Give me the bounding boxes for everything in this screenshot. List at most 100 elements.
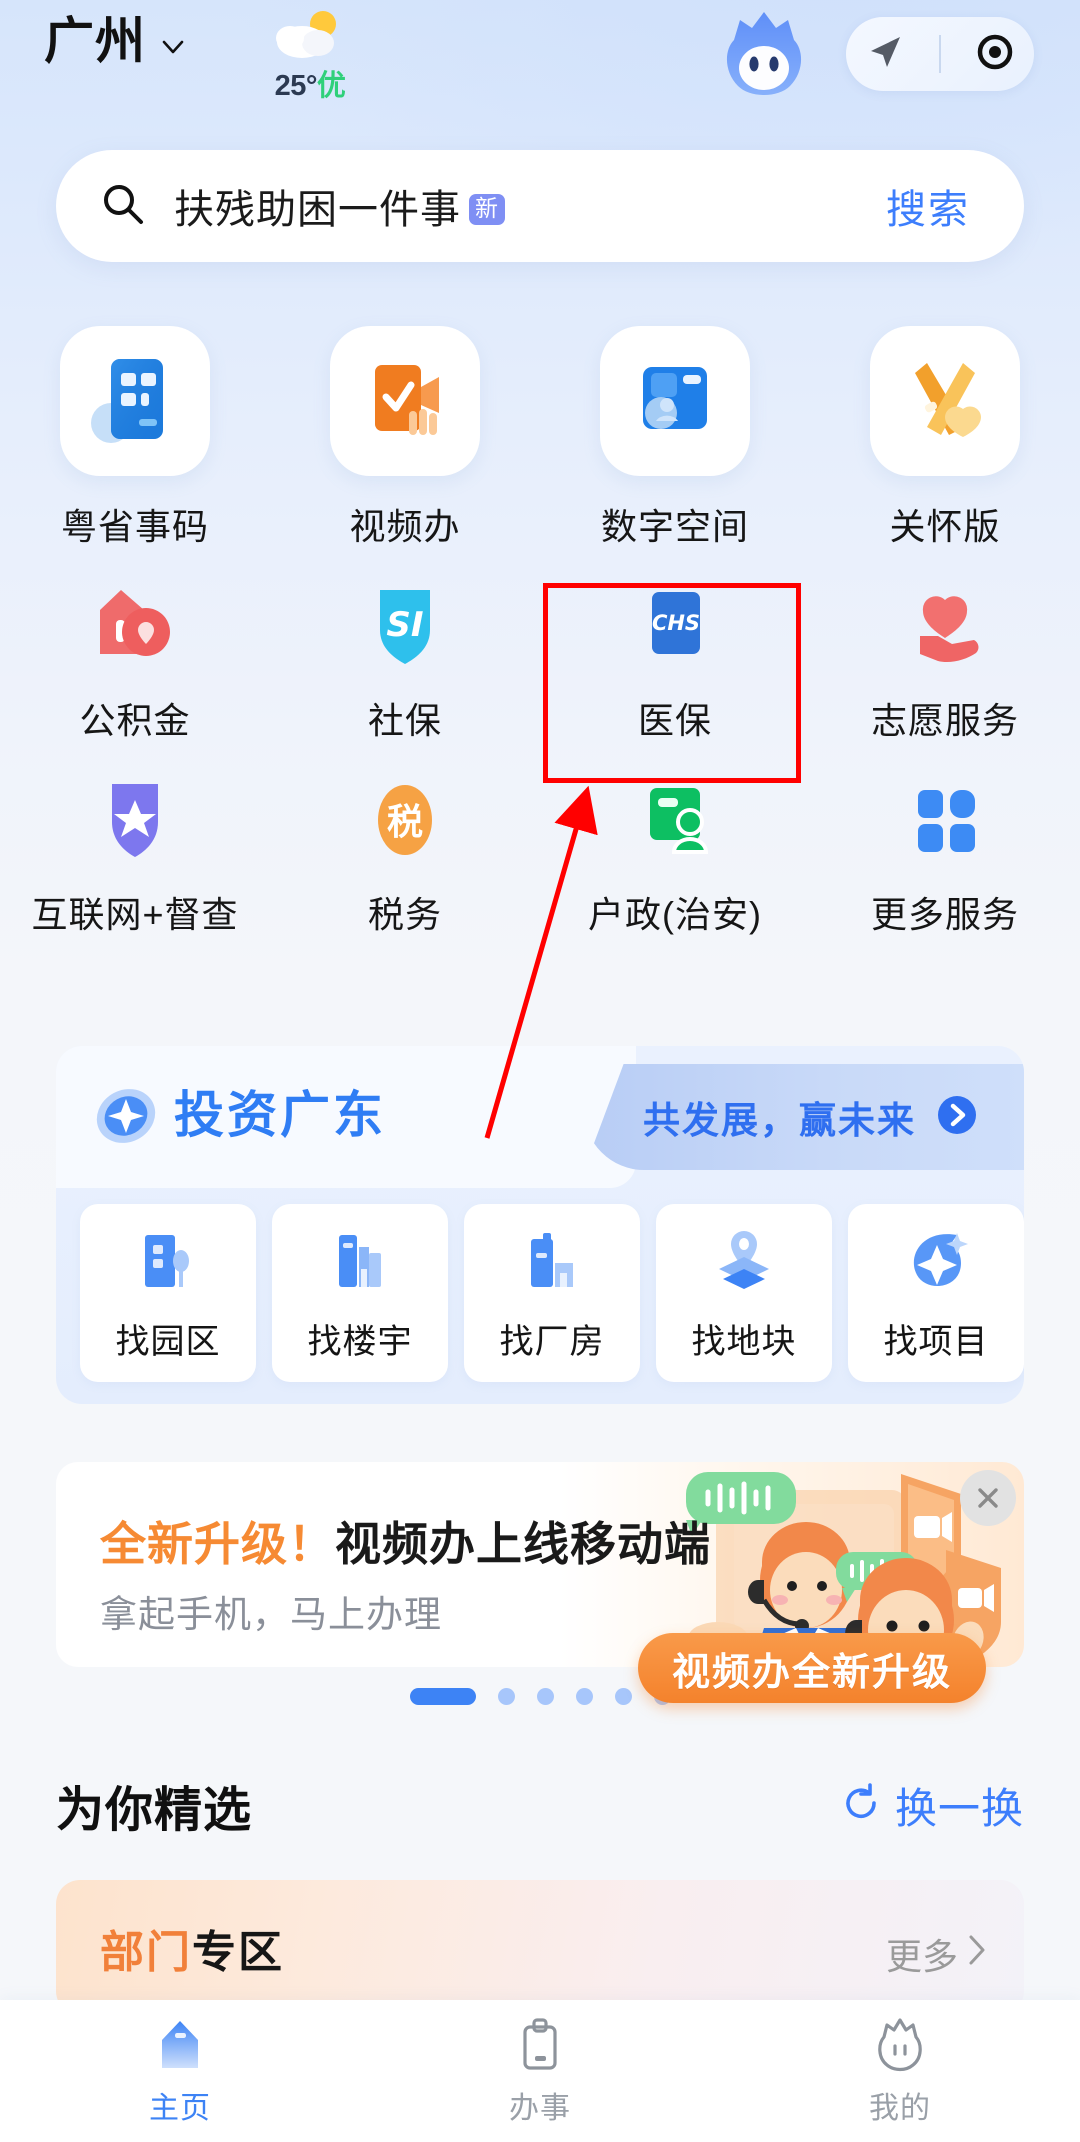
- svg-text:CHS: CHS: [652, 611, 700, 635]
- chevron-down-icon: [160, 34, 186, 60]
- department-zone-card[interactable]: 部门专区 更多: [56, 1880, 1024, 2015]
- heart-hand-icon: [890, 570, 1000, 680]
- banner-badge: 视频办全新升级: [637, 1633, 986, 1703]
- tax-badge-icon: 税: [350, 764, 460, 874]
- star-shield-icon: [80, 764, 190, 874]
- project-star-icon: [899, 1223, 973, 1302]
- invest-item-land[interactable]: 找地块: [656, 1204, 832, 1382]
- invest-item-label: 找厂房: [499, 1323, 605, 1361]
- service-item-zhiyuanfuwu[interactable]: 志愿服务: [810, 570, 1080, 744]
- tab-services[interactable]: 办事: [360, 2000, 720, 2127]
- digital-folder-icon: [600, 326, 750, 476]
- search-new-tag: 新: [469, 193, 505, 225]
- service-item-label: 互联网+督查: [31, 894, 239, 935]
- service-item-shipinban[interactable]: 视频办: [270, 326, 540, 550]
- department-title-black: 专区: [192, 1928, 284, 1977]
- divider: [938, 35, 941, 73]
- department-zone-title: 部门专区: [100, 1916, 284, 1980]
- weather-widget[interactable]: 25°优: [255, 8, 365, 104]
- invest-slogan-tab[interactable]: 共发展，赢未来: [584, 1064, 1024, 1170]
- department-title-orange: 部门: [100, 1928, 192, 1977]
- refresh-icon: [839, 1781, 883, 1830]
- scan-target-icon[interactable]: [972, 29, 1018, 80]
- invest-item-list: 找园区 找楼宇 找厂房 找地块 找项目: [80, 1204, 1024, 1382]
- care-ribbon-icon: [870, 326, 1020, 476]
- service-item-shuiwu[interactable]: 税 税务: [270, 764, 540, 938]
- service-item-shuzikongjian[interactable]: 数字空间: [540, 326, 810, 550]
- invest-card-title: 投资广东: [174, 1086, 386, 1144]
- banner-subtitle: 拿起手机，马上办理: [100, 1594, 442, 1635]
- invest-card-header: 共发展，赢未来 投资广东: [56, 1046, 1024, 1188]
- invest-item-label: 找地块: [691, 1323, 797, 1361]
- mascot-avatar-icon[interactable]: [712, 6, 816, 110]
- invest-item-label: 找园区: [115, 1323, 221, 1361]
- invest-item-building[interactable]: 找楼宇: [272, 1204, 448, 1382]
- promo-banner[interactable]: 全新升级！视频办上线移动端 拿起手机，马上办理 视频办全新升级: [56, 1462, 1024, 1703]
- sun-behind-cloud-icon: [255, 8, 365, 60]
- invest-item-label: 找项目: [883, 1323, 989, 1361]
- service-item-huzheng[interactable]: 户政(治安): [540, 764, 810, 938]
- status-header: 广州 25°优: [0, 0, 1080, 110]
- invest-item-project[interactable]: 找项目: [848, 1204, 1024, 1382]
- service-item-yibao[interactable]: CHS 医保: [540, 570, 810, 744]
- service-item-label: 视频办: [349, 506, 461, 547]
- chevron-right-circle-icon[interactable]: [934, 1092, 980, 1143]
- land-pin-icon: [707, 1223, 781, 1302]
- refresh-button[interactable]: 换一换: [839, 1775, 1024, 1836]
- carousel-dot-3[interactable]: [536, 1688, 554, 1705]
- house-fund-icon: [80, 570, 190, 680]
- svg-text:SI: SI: [386, 605, 423, 645]
- service-item-guanhuaiban[interactable]: 关怀版: [810, 326, 1080, 550]
- service-item-label: 数字空间: [600, 506, 749, 547]
- service-item-yueshengshima[interactable]: 粤省事码: [0, 326, 270, 550]
- page-title: 为你精选: [56, 1784, 253, 1837]
- service-grid-row-1: 粤省事码 视频办 数字空间 关怀版: [0, 326, 1080, 550]
- carousel-dot-1[interactable]: [409, 1688, 476, 1705]
- carousel-dot-2[interactable]: [497, 1688, 515, 1705]
- location-toolbar[interactable]: [846, 17, 1034, 91]
- service-item-label: 税务: [367, 894, 442, 935]
- invest-swirl-icon: [92, 1082, 160, 1155]
- invest-item-factory[interactable]: 找厂房: [464, 1204, 640, 1382]
- city-name: 广州: [44, 13, 146, 69]
- invest-guangdong-card[interactable]: 共发展，赢未来 投资广东 找园区 找楼宇 找厂房 找地块 找项目: [56, 1046, 1024, 1404]
- refresh-label: 换一换: [894, 1784, 1024, 1832]
- tab-label: 主页: [149, 2092, 211, 2125]
- svg-text:税: 税: [387, 802, 423, 843]
- office-tower-icon: [323, 1223, 397, 1302]
- service-grid-row-2: 公积金 SI 社保 CHS 医保 志愿服务: [0, 570, 1080, 744]
- city-selector[interactable]: 广州: [44, 16, 186, 66]
- banner-title-highlight: 全新升级！: [100, 1518, 335, 1570]
- search-button[interactable]: 搜索: [886, 177, 970, 235]
- service-item-gengduofuwu[interactable]: 更多服务: [810, 764, 1080, 938]
- department-more-link[interactable]: 更多: [886, 1928, 988, 1980]
- search-keyword[interactable]: 扶残助困一件事 新: [174, 177, 505, 235]
- navigation-arrow-icon[interactable]: [862, 29, 908, 80]
- tab-label: 我的: [869, 2092, 931, 2125]
- factory-icon: [515, 1223, 589, 1302]
- bottom-tab-bar: 主页 办事 我的: [0, 2000, 1080, 2142]
- service-item-gongjijin[interactable]: 公积金: [0, 570, 270, 744]
- service-item-hulianwangduch[interactable]: 互联网+督查: [0, 764, 270, 938]
- banner-title-rest: 视频办上线移动端: [335, 1518, 711, 1570]
- home-icon: [152, 2016, 208, 2077]
- app-root: 广州 25°优 扶残助困一件事 新 搜索 粤省事码 视频办 数字空间 关怀版 公…: [0, 0, 1080, 2142]
- park-building-icon: [131, 1223, 205, 1302]
- service-grid: 粤省事码 视频办 数字空间 关怀版 公积金 SI 社保 CHS 医保 志愿服务 …: [0, 326, 1080, 938]
- si-shield-icon: SI: [350, 570, 460, 680]
- tab-label: 办事: [509, 2092, 571, 2125]
- grid-more-icon: [890, 764, 1000, 874]
- search-bar[interactable]: 扶残助困一件事 新 搜索: [56, 150, 1024, 262]
- service-item-label: 户政(治安): [588, 894, 762, 935]
- invest-item-park[interactable]: 找园区: [80, 1204, 256, 1382]
- service-item-shebao[interactable]: SI 社保: [270, 570, 540, 744]
- carousel-dot-4[interactable]: [575, 1688, 593, 1705]
- weather-readout: 25°优: [255, 62, 365, 104]
- carousel-dot-5[interactable]: [614, 1688, 632, 1705]
- invest-item-label: 找楼宇: [307, 1323, 413, 1361]
- tab-home[interactable]: 主页: [0, 2000, 360, 2127]
- close-icon[interactable]: [960, 1470, 1016, 1526]
- service-grid-row-3: 互联网+督查 税 税务 户政(治安) 更多服务: [0, 764, 1080, 938]
- tab-profile[interactable]: 我的: [720, 2000, 1080, 2127]
- banner-title: 全新升级！视频办上线移动端: [100, 1508, 711, 1574]
